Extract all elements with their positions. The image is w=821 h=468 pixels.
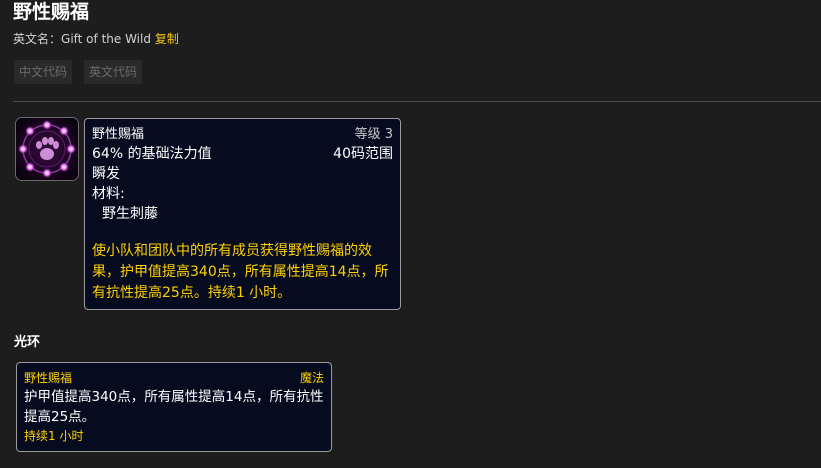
aura-section-title: 光环 [14, 335, 41, 350]
spell-name: 野性赐福 [92, 127, 145, 142]
aura-tooltip: 野性赐福 魔法 护甲值提高340点，所有属性提高14点，所有抗性提高25点。 持… [16, 362, 332, 452]
spell-description: 使小队和团队中的所有成员获得野性赐福的效果，护甲值提高340点，所有属性提高14… [92, 243, 389, 301]
aura-name: 野性赐福 [24, 371, 73, 385]
divider [13, 101, 821, 102]
page-title: 野性赐福 [13, 1, 90, 23]
aura-school: 魔法 [299, 371, 324, 385]
aura-effect: 护甲值提高340点，所有属性提高14点，所有抗性提高25点。 [24, 389, 324, 425]
english-name-label: 英文名： [13, 32, 62, 46]
spell-range: 40码范围 [333, 146, 393, 162]
spell-level: 等级 3 [354, 127, 393, 142]
english-name: Gift of the Wild [61, 32, 151, 46]
copy-button[interactable]: 复制 [155, 32, 179, 46]
reagents-label: 材料: [92, 186, 125, 202]
english-code-button[interactable]: 英文代码 [84, 60, 143, 84]
aura-duration: 持续1 小时 [24, 429, 84, 443]
english-name-row: 英文名：Gift of the Wild 复制 [13, 31, 179, 47]
spell-cost: 64% 的基础法力值 [92, 146, 212, 162]
spell-cast-time: 瞬发 [92, 166, 120, 182]
gift-of-the-wild-paw-icon [15, 117, 79, 181]
spell-tooltip: 野性赐福 等级 3 64% 的基础法力值 40码范围 瞬发 材料: 野生刺藤 使… [84, 118, 401, 310]
reagent-item: 野生刺藤 [102, 206, 158, 222]
chinese-code-button[interactable]: 中文代码 [14, 60, 73, 84]
